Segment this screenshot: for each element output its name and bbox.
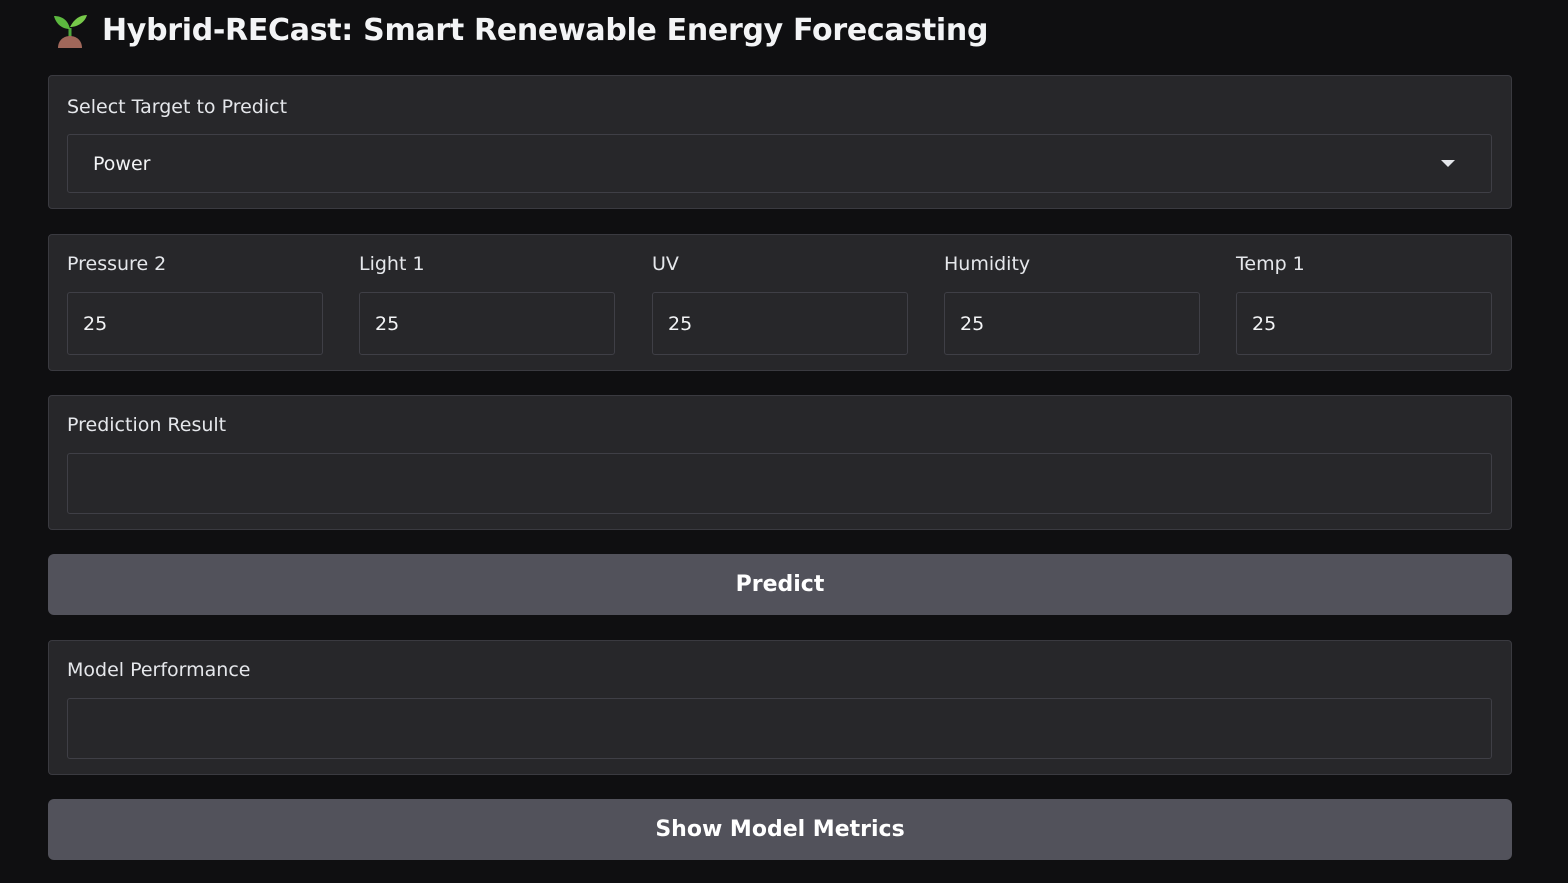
target-select-label: Select Target to Predict bbox=[67, 96, 288, 118]
uv-input[interactable] bbox=[652, 292, 908, 355]
humidity-field: Humidity bbox=[944, 235, 1200, 370]
title-row: Hybrid-RECast: Smart Renewable Energy Fo… bbox=[52, 8, 988, 52]
temp-1-field: Temp 1 bbox=[1236, 235, 1492, 370]
model-performance-output[interactable] bbox=[67, 698, 1492, 759]
page-title: Hybrid-RECast: Smart Renewable Energy Fo… bbox=[102, 12, 989, 48]
light-1-input[interactable] bbox=[359, 292, 615, 355]
pressure-2-input[interactable] bbox=[67, 292, 323, 355]
target-select-dropdown[interactable]: Power bbox=[67, 134, 1492, 193]
model-performance-block: Model Performance bbox=[48, 640, 1512, 775]
prediction-result-block: Prediction Result bbox=[48, 395, 1512, 530]
target-select-block: Select Target to Predict Power bbox=[48, 75, 1512, 209]
chevron-down-icon bbox=[1441, 160, 1455, 167]
temp-1-label: Temp 1 bbox=[1236, 253, 1305, 275]
predict-button[interactable]: Predict bbox=[48, 554, 1512, 615]
pressure-2-field: Pressure 2 bbox=[67, 235, 323, 370]
inputs-block: Pressure 2 Light 1 UV Humidity Temp 1 bbox=[48, 234, 1512, 371]
humidity-label: Humidity bbox=[944, 253, 1031, 275]
model-performance-label: Model Performance bbox=[67, 659, 251, 681]
light-1-label: Light 1 bbox=[359, 253, 425, 275]
light-1-field: Light 1 bbox=[359, 235, 615, 370]
humidity-input[interactable] bbox=[944, 292, 1200, 355]
seedling-icon bbox=[52, 12, 88, 48]
show-model-metrics-button[interactable]: Show Model Metrics bbox=[48, 799, 1512, 860]
prediction-result-output[interactable] bbox=[67, 453, 1492, 514]
app-page: Hybrid-RECast: Smart Renewable Energy Fo… bbox=[0, 0, 1568, 883]
prediction-result-label: Prediction Result bbox=[67, 414, 227, 436]
uv-label: UV bbox=[652, 253, 679, 275]
target-select-value: Power bbox=[93, 152, 151, 175]
temp-1-input[interactable] bbox=[1236, 292, 1492, 355]
uv-field: UV bbox=[652, 235, 908, 370]
pressure-2-label: Pressure 2 bbox=[67, 253, 167, 275]
